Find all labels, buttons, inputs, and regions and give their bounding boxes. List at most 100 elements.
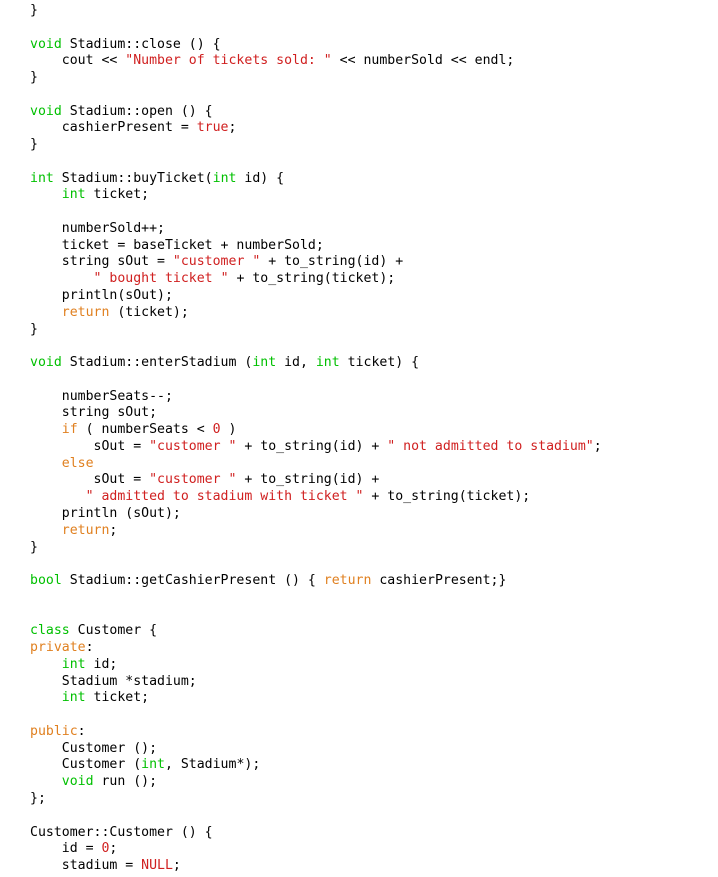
code-token-pln <box>30 456 62 471</box>
code-token-pln: sOut = <box>30 472 150 488</box>
code-token-kw: void <box>30 36 62 52</box>
code-token-pln: ticket; <box>85 187 150 203</box>
code-token-pln: run (); <box>93 774 158 790</box>
code-token-pln: ; <box>172 858 181 874</box>
code-line: sOut = "customer " + to_string(id) + " n… <box>30 439 602 456</box>
code-line: void Stadium::enterStadium (int id, int … <box>30 355 602 372</box>
code-token-kw: int <box>30 170 54 186</box>
code-token-pln: ticket; <box>85 690 150 706</box>
code-line <box>30 20 602 37</box>
code-line: private: <box>30 640 602 657</box>
code-token-pln: numberSeats--; <box>30 388 173 404</box>
code-line <box>30 338 602 355</box>
code-token-pln: Stadium::enterStadium ( <box>61 355 253 371</box>
code-token-pln: + to_string(ticket); <box>228 271 396 287</box>
code-token-kw: int <box>61 187 86 203</box>
code-token-pln: Customer { <box>69 623 158 639</box>
code-token-pln: Customer (); <box>30 740 158 756</box>
code-token-pln: ; <box>109 841 118 857</box>
code-token-pln <box>30 774 62 789</box>
code-token-kw: int <box>61 690 86 706</box>
code-token-pln: } <box>30 539 38 555</box>
code-token-pln: : <box>77 723 86 739</box>
code-token-pln: numberSold++; <box>30 220 165 236</box>
code-token-pln: ticket) { <box>339 355 420 371</box>
code-line <box>30 808 602 825</box>
code-token-pln: ; <box>109 522 118 538</box>
code-token-pln: , Stadium*); <box>164 757 261 773</box>
code-token-pln: id; <box>85 656 118 672</box>
code-token-pln: ticket = baseTicket + numberSold; <box>30 237 324 253</box>
code-line: } <box>30 137 602 154</box>
code-listing[interactable]: }void Stadium::close () { cout << "Numbe… <box>30 3 602 875</box>
code-line <box>30 590 602 607</box>
code-token-pln: } <box>30 3 38 18</box>
code-token-pln: cashierPresent;} <box>371 573 507 589</box>
code-line: string sOut; <box>30 405 602 422</box>
code-line: class Customer { <box>30 623 602 640</box>
code-token-pln: Stadium::open () { <box>61 103 213 119</box>
code-line: numberSeats--; <box>30 389 602 406</box>
code-line <box>30 372 602 389</box>
code-token-pln <box>30 271 94 286</box>
code-line: } <box>30 70 602 87</box>
code-line: Customer (int, Stadium*); <box>30 757 602 774</box>
code-token-kw: int <box>315 355 340 371</box>
code-token-kw: bool <box>30 573 62 589</box>
code-token-pln: string sOut = <box>30 254 173 270</box>
code-token-pln: cashierPresent = <box>30 120 197 136</box>
code-token-kw: int <box>141 757 165 773</box>
code-token-pln: ; <box>228 120 237 136</box>
code-line: Stadium *stadium; <box>30 674 602 691</box>
code-token-pln: Stadium::close () { <box>61 36 221 52</box>
code-token-pln <box>30 657 62 672</box>
code-token-pln: (ticket); <box>109 304 189 320</box>
code-line: string sOut = "customer " + to_string(id… <box>30 254 602 271</box>
code-line <box>30 87 602 104</box>
code-token-str: "customer " <box>172 254 261 270</box>
code-token-ctl: private <box>30 640 86 656</box>
code-token-pln: stadium = <box>30 858 142 874</box>
code-line: sOut = "customer " + to_string(id) + <box>30 472 602 489</box>
code-line: else <box>30 456 602 473</box>
code-token-pln: + to_string(ticket); <box>363 489 531 505</box>
code-token-pln: println(sOut); <box>30 288 173 304</box>
code-token-pln: } <box>30 321 38 337</box>
code-line: int Stadium::buyTicket(int id) { <box>30 171 602 188</box>
code-line: void run (); <box>30 774 602 791</box>
code-token-pln: ( numberSeats < <box>77 422 213 438</box>
code-token-pln: } <box>30 70 38 86</box>
code-token-pln: Stadium::getCashierPresent () { <box>61 573 324 589</box>
code-token-ctl: else <box>61 455 94 471</box>
code-token-kw: int <box>61 656 86 672</box>
code-token-kw: void <box>61 774 94 790</box>
code-token-kw: class <box>30 623 70 639</box>
code-token-pln: id) { <box>236 170 285 186</box>
code-line: return; <box>30 523 602 540</box>
code-line: void Stadium::close () { <box>30 37 602 54</box>
code-token-pln <box>30 523 62 538</box>
code-token-lit: true <box>196 120 229 136</box>
code-token-pln: string sOut; <box>30 405 158 421</box>
code-token-pln: cout << <box>30 53 126 69</box>
code-token-str: "customer " <box>149 438 237 454</box>
code-token-pln <box>30 187 62 202</box>
code-token-ctl: return <box>61 522 110 538</box>
code-line: public: <box>30 724 602 741</box>
code-line: stadium = NULL; <box>30 858 602 875</box>
code-token-pln <box>30 489 86 504</box>
code-token-pln: id = <box>30 841 102 857</box>
code-token-pln: } <box>30 137 38 153</box>
code-line <box>30 154 602 171</box>
code-token-str: "Number of tickets sold: " <box>125 53 332 69</box>
code-line: numberSold++; <box>30 221 602 238</box>
code-line: cout << "Number of tickets sold: " << nu… <box>30 53 602 70</box>
code-line: int ticket; <box>30 690 602 707</box>
code-token-pln: id, <box>276 355 316 371</box>
code-token-pln: ) <box>220 422 237 438</box>
code-token-pln: Stadium *stadium; <box>30 673 197 689</box>
code-token-str: "customer " <box>149 472 237 488</box>
code-token-pln: println (sOut); <box>30 505 181 521</box>
code-line: } <box>30 540 602 557</box>
code-line: cashierPresent = true; <box>30 120 602 137</box>
